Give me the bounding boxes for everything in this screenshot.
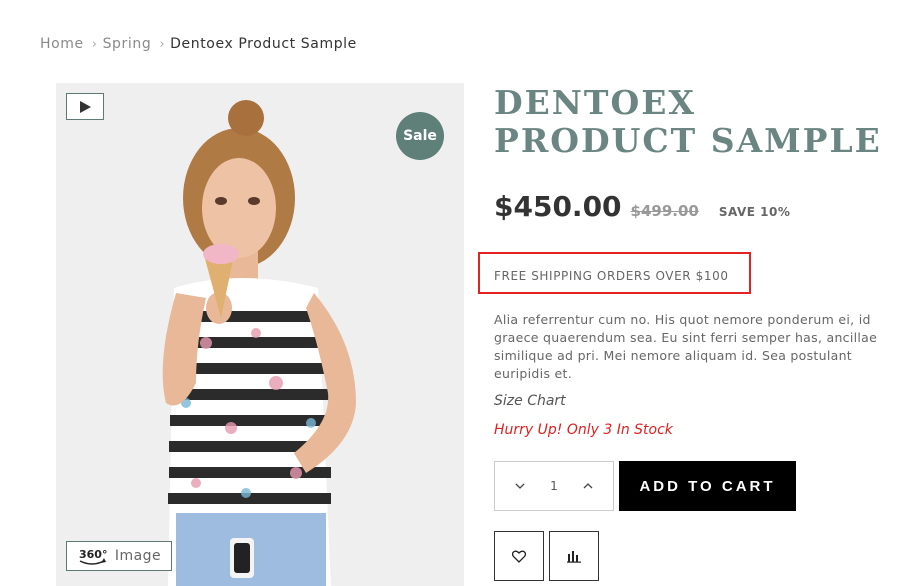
- sale-badge: Sale: [396, 112, 444, 160]
- play-icon: [80, 100, 91, 113]
- size-chart-link[interactable]: Size Chart: [494, 393, 566, 409]
- old-price: $499.00: [630, 202, 699, 220]
- wishlist-button[interactable]: [494, 531, 544, 581]
- breadcrumb-spring-link[interactable]: Spring: [103, 36, 152, 52]
- 360-view-icon: 360°: [79, 548, 107, 565]
- 360-view-button[interactable]: 360° Image: [66, 541, 172, 571]
- breadcrumb-home-link[interactable]: Home: [40, 36, 84, 52]
- chevron-right-icon: ›: [91, 36, 98, 52]
- chevron-up-icon: [583, 483, 593, 489]
- price-row: $450.00 $499.00 SAVE 10%: [494, 190, 790, 223]
- product-image[interactable]: [56, 83, 464, 586]
- play-video-button[interactable]: [66, 93, 104, 120]
- product-gallery: Sale 360° Image: [56, 83, 464, 586]
- breadcrumb: Home › Spring › Dentoex Product Sample: [40, 36, 357, 52]
- decrease-quantity-button[interactable]: [513, 479, 527, 493]
- chevron-right-icon: ›: [159, 36, 166, 52]
- quantity-stepper: 1: [494, 461, 614, 511]
- product-title: DENTOEX PRODUCT SAMPLE: [494, 83, 882, 160]
- add-to-cart-button[interactable]: ADD TO CART: [619, 461, 796, 511]
- 360-view-label: Image: [114, 548, 162, 564]
- heart-icon: [512, 550, 526, 563]
- quantity-value[interactable]: 1: [550, 479, 558, 493]
- save-badge: SAVE 10%: [718, 205, 791, 219]
- product-description: Alia referrentur cum no. His quot nemore…: [494, 312, 878, 381]
- increase-quantity-button[interactable]: [581, 479, 595, 493]
- stock-warning: Hurry Up! Only 3 In Stock: [494, 422, 673, 438]
- chevron-down-icon: [515, 483, 525, 489]
- breadcrumb-current: Dentoex Product Sample: [170, 36, 357, 52]
- shipping-note: FREE SHIPPING ORDERS OVER $100: [494, 269, 729, 283]
- compare-button[interactable]: [549, 531, 599, 581]
- svg-text:360°: 360°: [79, 548, 107, 561]
- bar-chart-icon: [567, 551, 581, 563]
- current-price: $450.00: [494, 190, 622, 223]
